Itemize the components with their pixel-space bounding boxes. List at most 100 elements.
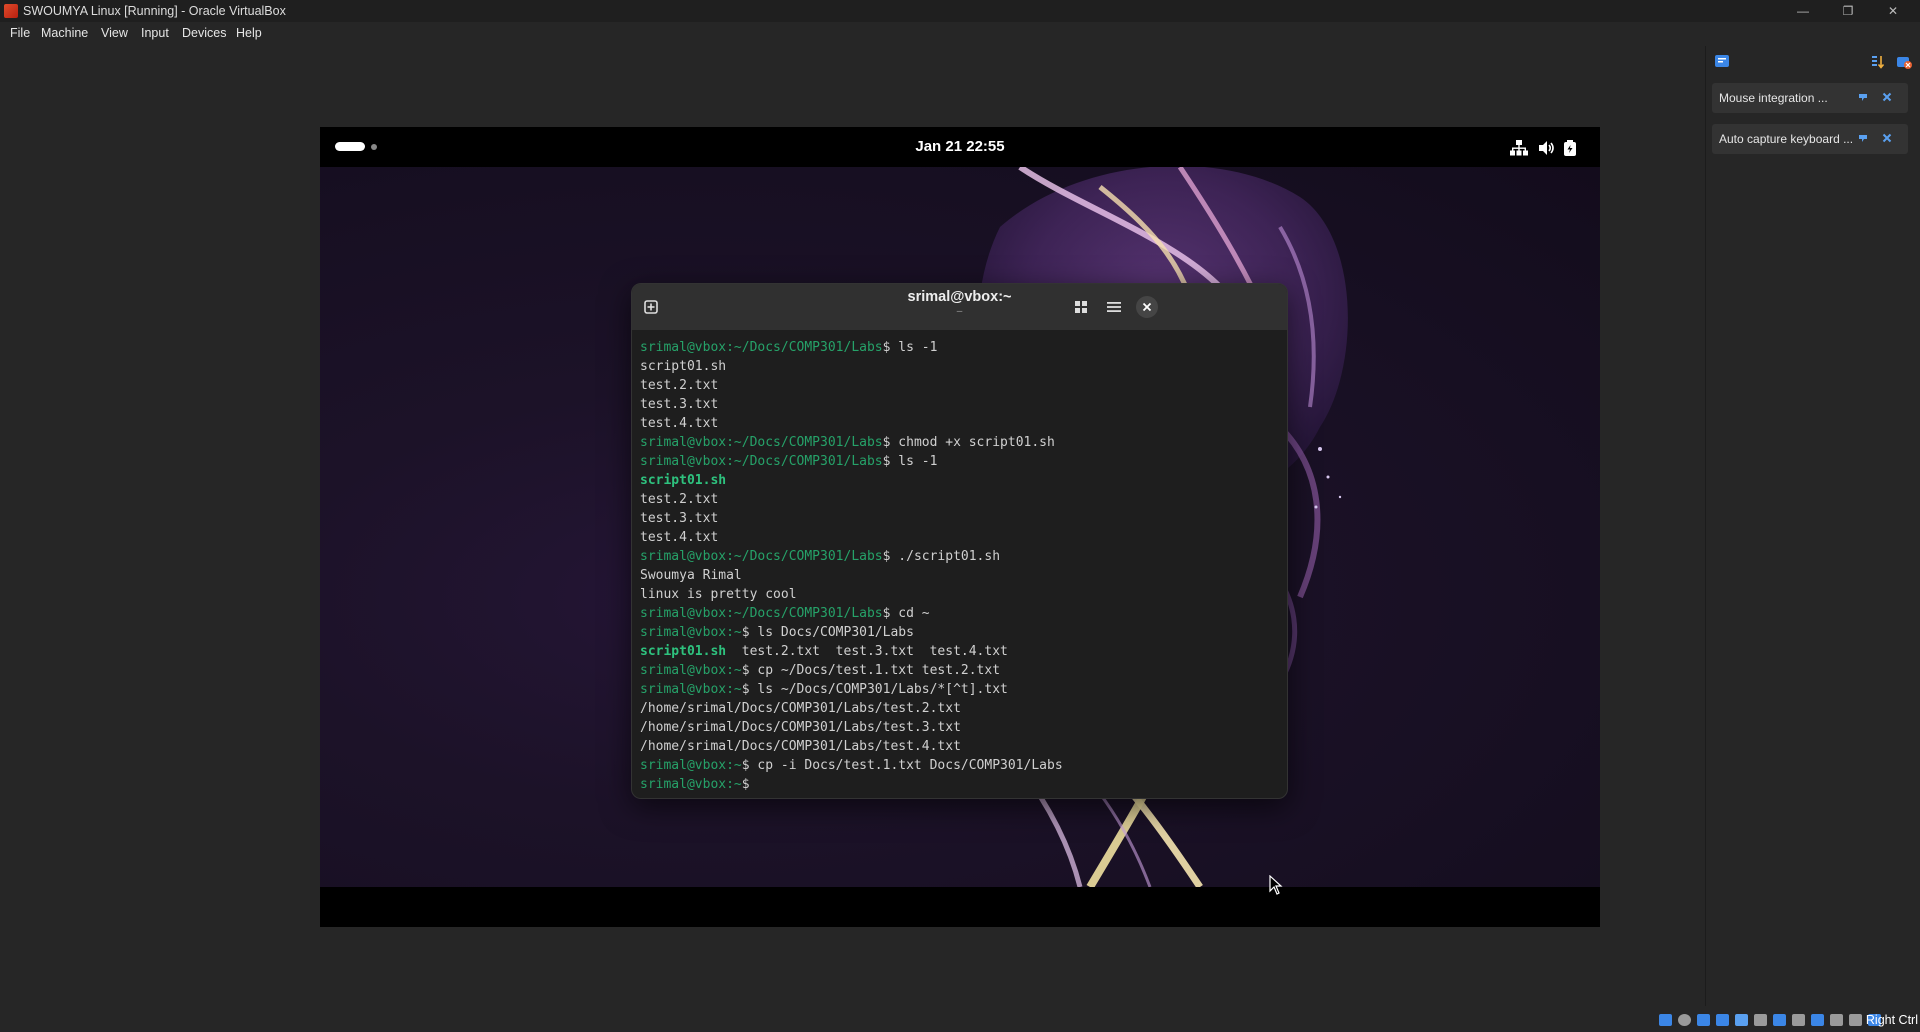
minimize-button[interactable]: — bbox=[1788, 2, 1818, 20]
mouse-capture-icon[interactable] bbox=[1849, 1014, 1862, 1026]
network-status-icon[interactable] bbox=[1716, 1014, 1729, 1026]
terminal-line: test.2.txt bbox=[640, 376, 1280, 395]
terminal-text: $ ls ~/Docs/COMP301/Labs/*[^t].txt bbox=[741, 682, 1008, 697]
menu-file[interactable]: File bbox=[10, 26, 30, 40]
terminal-window[interactable]: srimal@vbox:~ – srimal@vbox:~/Docs/COMP3… bbox=[631, 283, 1288, 799]
terminal-text: test.2.txt test.3.txt test.4.txt bbox=[726, 644, 1008, 659]
shell-prompt: srimal@vbox:~ bbox=[640, 758, 742, 773]
virtualbox-app-icon bbox=[4, 4, 18, 18]
menu-help[interactable]: Help bbox=[236, 26, 262, 40]
terminal-line: test.4.txt bbox=[640, 414, 1280, 433]
terminal-line: test.2.txt bbox=[640, 490, 1280, 509]
terminal-line: linux is pretty cool bbox=[640, 585, 1280, 604]
terminal-line: /home/srimal/Docs/COMP301/Labs/test.2.tx… bbox=[640, 699, 1280, 718]
dismiss-icon[interactable] bbox=[1882, 133, 1892, 143]
terminal-output[interactable]: srimal@vbox:~/Docs/COMP301/Labs$ ls -1 sc… bbox=[640, 338, 1280, 794]
usb-icon[interactable] bbox=[1735, 1014, 1748, 1026]
terminal-text: test.3.txt bbox=[640, 397, 719, 412]
terminal-line: srimal@vbox:~$ ls ~/Docs/COMP301/Labs/*[… bbox=[640, 680, 1280, 699]
shell-prompt: srimal@vbox:~ bbox=[640, 777, 742, 792]
terminal-headerbar[interactable]: srimal@vbox:~ – bbox=[632, 284, 1287, 330]
terminal-text: $ ls -1 bbox=[882, 340, 938, 355]
audio-icon[interactable] bbox=[1697, 1014, 1710, 1026]
network-icon[interactable] bbox=[1510, 139, 1528, 157]
sort-icon[interactable] bbox=[1870, 54, 1886, 70]
display-icon[interactable] bbox=[1773, 1014, 1786, 1026]
window-title: SWOUMYA Linux [Running] - Oracle Virtual… bbox=[23, 4, 286, 18]
terminal-text: $ ls -1 bbox=[882, 454, 938, 469]
shared-folders-icon[interactable] bbox=[1754, 1014, 1767, 1026]
terminal-line: srimal@vbox:~$ cp -i Docs/test.1.txt Doc… bbox=[640, 756, 1280, 775]
shell-prompt: srimal@vbox:~/Docs/COMP301/Labs bbox=[640, 340, 883, 355]
notification-mouse-integration[interactable]: Mouse integration ... bbox=[1712, 83, 1908, 113]
battery-icon[interactable] bbox=[1561, 139, 1579, 157]
menu-input[interactable]: Input bbox=[141, 26, 169, 40]
dismiss-icon[interactable] bbox=[1882, 92, 1892, 102]
terminal-text: test.4.txt bbox=[640, 530, 719, 545]
notification-center-icon[interactable] bbox=[1714, 54, 1730, 70]
terminal-line: script01.sh bbox=[640, 357, 1280, 376]
hard-disk-icon[interactable] bbox=[1659, 1014, 1672, 1026]
terminal-subtitle: – bbox=[956, 306, 963, 317]
terminal-text: test.2.txt bbox=[640, 492, 719, 507]
executable-file: script01.sh bbox=[640, 473, 727, 488]
terminal-text: /home/srimal/Docs/COMP301/Labs/test.4.tx… bbox=[640, 739, 961, 754]
recording-icon[interactable] bbox=[1811, 1014, 1824, 1026]
terminal-line: srimal@vbox:~/Docs/COMP301/Labs$ ls -1 bbox=[640, 338, 1280, 357]
close-window-button[interactable]: ✕ bbox=[1878, 2, 1908, 20]
volume-icon[interactable] bbox=[1537, 139, 1555, 157]
terminal-line: srimal@vbox:~$ cp ~/Docs/test.1.txt test… bbox=[640, 661, 1280, 680]
notification-center: Mouse integration ... Auto capture keybo… bbox=[1705, 46, 1920, 1006]
video-capture-icon[interactable] bbox=[1792, 1014, 1805, 1026]
notification-text: Auto capture keyboard ... bbox=[1719, 132, 1854, 146]
terminal-text: /home/srimal/Docs/COMP301/Labs/test.2.tx… bbox=[640, 701, 961, 716]
mouse-cursor-icon bbox=[1269, 875, 1283, 895]
terminal-line: srimal@vbox:~/Docs/COMP301/Labs$ ls -1 bbox=[640, 452, 1280, 471]
host-titlebar: SWOUMYA Linux [Running] - Oracle Virtual… bbox=[0, 0, 1920, 22]
desktop-wallpaper: srimal@vbox:~ – srimal@vbox:~/Docs/COMP3… bbox=[320, 167, 1600, 887]
terminal-line: script01.sh bbox=[640, 471, 1280, 490]
terminal-text: test.3.txt bbox=[640, 511, 719, 526]
terminal-text: Swoumya Rimal bbox=[640, 568, 742, 583]
shell-prompt: srimal@vbox:~/Docs/COMP301/Labs bbox=[640, 435, 883, 450]
shell-prompt: srimal@vbox:~/Docs/COMP301/Labs bbox=[640, 549, 883, 564]
terminal-text: /home/srimal/Docs/COMP301/Labs/test.3.tx… bbox=[640, 720, 961, 735]
menu-bar: File Machine View Input Devices Help bbox=[0, 22, 1920, 46]
hamburger-menu-icon[interactable] bbox=[1101, 294, 1127, 320]
notification-text: Mouse integration ... bbox=[1719, 91, 1828, 105]
terminal-text: $ chmod +x script01.sh bbox=[882, 435, 1055, 450]
clock[interactable]: Jan 21 22:55 bbox=[320, 138, 1600, 155]
menu-view[interactable]: View bbox=[101, 26, 128, 40]
gnome-top-bar: Jan 21 22:55 bbox=[320, 127, 1600, 167]
notification-auto-capture-keyboard[interactable]: Auto capture keyboard ... bbox=[1712, 124, 1908, 154]
optical-drive-icon[interactable] bbox=[1678, 1014, 1691, 1026]
terminal-text: $ bbox=[741, 777, 758, 792]
terminal-text: $ ls Docs/COMP301/Labs bbox=[741, 625, 914, 640]
terminal-title: srimal@vbox:~ bbox=[907, 289, 1012, 305]
close-terminal-icon[interactable] bbox=[1134, 294, 1160, 320]
pin-icon[interactable] bbox=[1858, 92, 1868, 102]
shell-prompt: srimal@vbox:~ bbox=[640, 682, 742, 697]
menu-devices[interactable]: Devices bbox=[182, 26, 226, 40]
terminal-line: Swoumya Rimal bbox=[640, 566, 1280, 585]
terminal-line: test.3.txt bbox=[640, 395, 1280, 414]
terminal-text: linux is pretty cool bbox=[640, 587, 797, 602]
restore-button[interactable]: ❐ bbox=[1833, 2, 1863, 20]
terminal-line: script01.sh test.2.txt test.3.txt test.4… bbox=[640, 642, 1280, 661]
terminal-text: $ ./script01.sh bbox=[882, 549, 1001, 564]
terminal-text: script01.sh bbox=[640, 359, 727, 374]
terminal-text: test.2.txt bbox=[640, 378, 719, 393]
terminal-text: $ cd ~ bbox=[882, 606, 930, 621]
cpu-icon[interactable] bbox=[1830, 1014, 1843, 1026]
terminal-line: test.3.txt bbox=[640, 509, 1280, 528]
menu-machine[interactable]: Machine bbox=[41, 26, 88, 40]
vm-display[interactable]: Jan 21 22:55 srimal@vbox:~ – srimal@vbox… bbox=[320, 127, 1600, 927]
terminal-line: /home/srimal/Docs/COMP301/Labs/test.4.tx… bbox=[640, 737, 1280, 756]
tab-overview-icon[interactable] bbox=[1068, 294, 1094, 320]
shell-prompt: srimal@vbox:~ bbox=[640, 663, 742, 678]
terminal-text: $ cp -i Docs/test.1.txt Docs/COMP301/Lab… bbox=[741, 758, 1063, 773]
vm-bottom-strip bbox=[320, 887, 1600, 927]
pin-icon[interactable] bbox=[1858, 133, 1868, 143]
terminal-line: test.4.txt bbox=[640, 528, 1280, 547]
clear-all-icon[interactable] bbox=[1896, 54, 1912, 70]
